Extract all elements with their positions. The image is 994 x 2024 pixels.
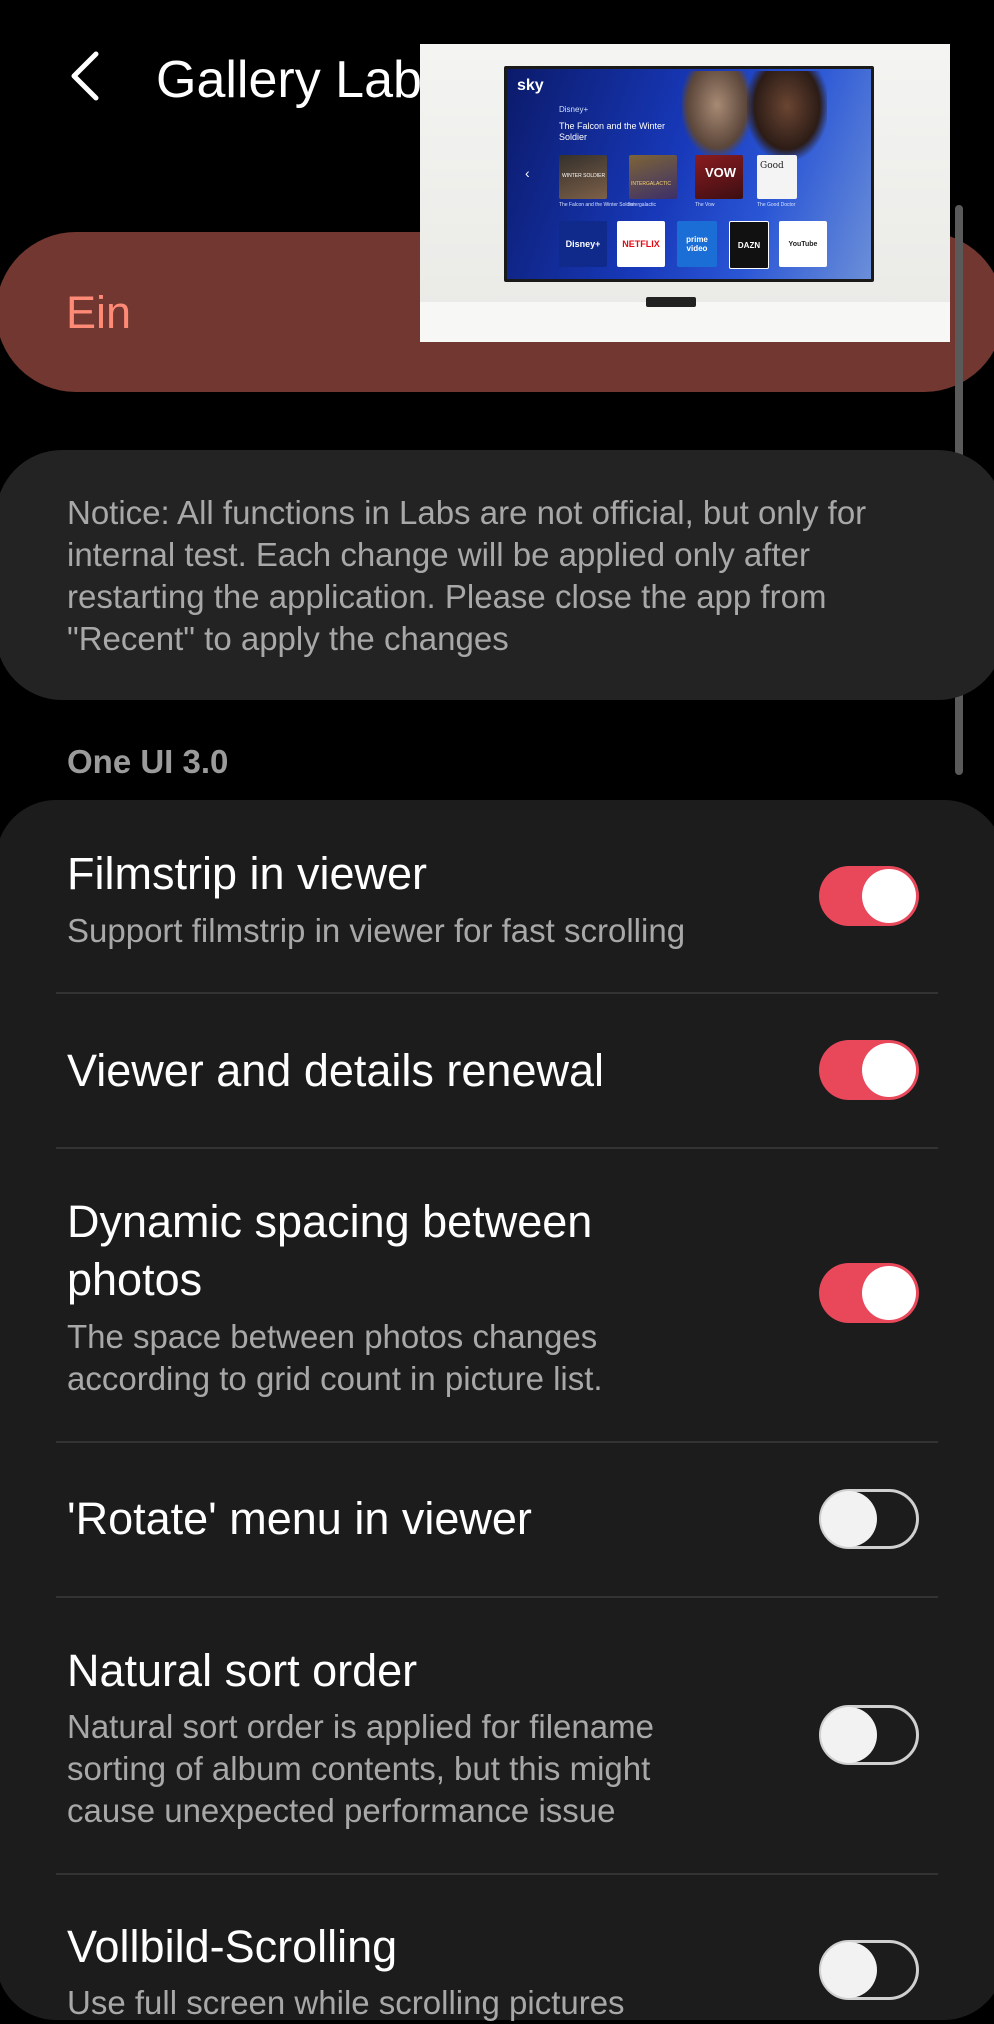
toggle-knob (821, 1942, 877, 1998)
divider (56, 992, 938, 994)
toggle-knob (862, 869, 916, 923)
toggle-natural-sort[interactable] (819, 1705, 919, 1765)
item-subtitle-natural-sort-3: cause unexpected performance issue (67, 1792, 616, 1829)
chevron-left-icon: ‹ (525, 165, 530, 181)
divider (56, 1441, 938, 1443)
item-title-dynamic-spacing-2: photos (67, 1254, 203, 1305)
tv-tile: Good (757, 155, 797, 199)
item-subtitle-natural-sort-2: sorting of album contents, but this migh… (67, 1750, 651, 1787)
item-subtitle-fullscreen-scrolling: Use full screen while scrolling pictures (67, 1984, 625, 2021)
item-subtitle-dynamic-spacing-2: according to grid count in picture list. (67, 1360, 603, 1397)
item-subtitle-filmstrip: Support filmstrip in viewer for fast scr… (67, 912, 686, 949)
divider (56, 1147, 938, 1149)
tv-brand-logo: sky (517, 77, 544, 94)
tv-screen: sky Disney+ The Falcon and the Winter So… (504, 66, 874, 282)
prime-video-tile: prime video (677, 221, 717, 267)
toggle-knob (821, 1707, 877, 1763)
item-subtitle-natural-sort: Natural sort order is applied for filena… (67, 1708, 654, 1745)
toggle-fullscreen-scrolling[interactable] (819, 1940, 919, 2000)
item-title-dynamic-spacing: Dynamic spacing between (67, 1196, 593, 1247)
toggle-viewer-renewal[interactable] (819, 1040, 919, 1100)
divider (56, 1596, 938, 1598)
tv-service-label: Disney+ (559, 105, 589, 114)
toggle-knob (821, 1491, 877, 1547)
divider (56, 1873, 938, 1875)
settings-card (0, 800, 994, 2020)
set-top-box (646, 297, 696, 307)
section-header: One UI 3.0 (67, 743, 229, 780)
disney-plus-tile: Disney+ (559, 221, 607, 267)
dazn-tile: DAZN (729, 221, 769, 269)
tv-hero-image (682, 71, 752, 156)
toggle-knob (862, 1266, 916, 1320)
item-title-filmstrip: Filmstrip in viewer (67, 848, 428, 899)
tv-tile: VOW (695, 155, 743, 199)
pip-video-overlay[interactable]: sky Disney+ The Falcon and the Winter So… (420, 44, 950, 342)
tv-tile: INTERGALACTIC (629, 155, 677, 199)
tv-tile-caption: The Good Doctor (757, 202, 796, 208)
tv-show-title: The Falcon and the Winter Soldier (559, 121, 666, 142)
toggle-dynamic-spacing[interactable] (819, 1263, 919, 1323)
item-subtitle-dynamic-spacing: The space between photos changes (67, 1318, 598, 1355)
tv-tile-caption: The Vow (695, 202, 715, 208)
tv-tile-caption: The Falcon and the Winter Soldier (559, 202, 635, 208)
toggle-filmstrip[interactable] (819, 866, 919, 926)
toggle-knob (862, 1043, 916, 1097)
page-title: Gallery Labs (156, 51, 448, 109)
master-switch-label: Ein (66, 287, 132, 338)
back-button[interactable] (62, 48, 112, 104)
tv-stand (420, 302, 950, 342)
item-title-rotate-menu: 'Rotate' menu in viewer (67, 1493, 532, 1544)
item-title-viewer-renewal: Viewer and details renewal (67, 1045, 604, 1096)
chevron-left-icon (71, 51, 99, 101)
youtube-tile: YouTube (779, 221, 827, 267)
tv-hero-image (747, 71, 827, 159)
toggle-rotate-menu[interactable] (819, 1489, 919, 1549)
tv-tile: WINTER SOLDIER (559, 155, 607, 199)
item-title-natural-sort: Natural sort order (67, 1645, 418, 1696)
item-title-fullscreen-scrolling: Vollbild-Scrolling (67, 1921, 398, 1972)
notice-text: Notice: All functions in Labs are not of… (67, 494, 867, 657)
netflix-tile: NETFLIX (617, 221, 665, 267)
tv-tile-caption: Intergalactic (629, 202, 656, 208)
